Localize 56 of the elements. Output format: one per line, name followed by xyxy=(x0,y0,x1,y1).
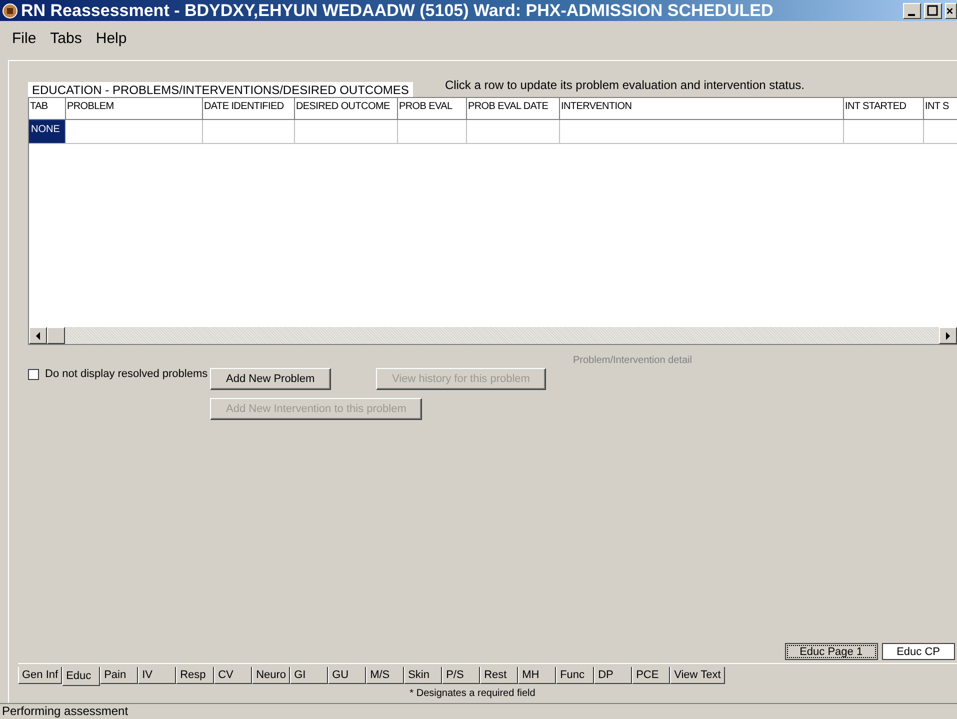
right-arrow-icon[interactable] xyxy=(945,332,951,340)
section-tab[interactable]: Resp xyxy=(176,667,214,684)
menu-item[interactable]: Tabs xyxy=(50,30,82,52)
section-tab[interactable]: Skin xyxy=(404,667,442,684)
scroll-thumb[interactable] xyxy=(47,327,65,344)
horizontal-scrollbar[interactable] xyxy=(29,327,957,344)
column-header[interactable]: INTERVENTION xyxy=(560,98,844,120)
section-tab[interactable]: Rest xyxy=(480,667,518,684)
section-title: EDUCATION - PROBLEMS/INTERVENTIONS/DESIRED OUTCOMES xyxy=(28,82,413,97)
section-tab[interactable]: GU xyxy=(328,667,366,684)
close-icon[interactable] xyxy=(945,2,957,18)
column-header[interactable]: DESIRED OUTCOME xyxy=(295,98,398,120)
hint-text: Click a row to update its problem evaluation and intervention status. xyxy=(444,78,804,92)
table-cell[interactable] xyxy=(203,120,295,144)
section-tab[interactable]: P/S xyxy=(442,667,480,684)
app-icon xyxy=(2,2,18,18)
page-tab[interactable]: Educ CP xyxy=(882,643,955,660)
section-tab[interactable]: CV xyxy=(214,667,252,684)
menu-item[interactable]: Help xyxy=(96,30,127,52)
column-header[interactable]: PROB EVAL xyxy=(398,98,467,120)
maximize-icon[interactable] xyxy=(924,2,942,18)
table-cell[interactable] xyxy=(295,120,398,144)
section-tab[interactable]: Func xyxy=(556,667,594,684)
window-title: RN Reassessment - BDYDXY,EHYUN WEDAADW (5105) Ward: PHX-ADMISSION SCHEDULED xyxy=(21,0,774,20)
minimize-icon[interactable] xyxy=(903,2,921,18)
section-tab[interactable]: M/S xyxy=(366,667,404,684)
column-header[interactable]: PROBLEM xyxy=(66,98,203,120)
section-tab[interactable]: IV xyxy=(138,667,176,684)
checkbox-label[interactable]: Do not display resolved problems xyxy=(45,368,208,380)
section-tab[interactable]: Gen Inf xyxy=(18,667,62,684)
section-tab[interactable]: Neuro xyxy=(252,667,290,684)
table-cell[interactable] xyxy=(844,120,924,144)
table-cell[interactable] xyxy=(560,120,844,144)
column-header[interactable]: INT S xyxy=(924,98,957,120)
action-button[interactable]: Add New Problem xyxy=(210,368,331,390)
menu-item[interactable]: File xyxy=(12,30,36,52)
section-tab[interactable]: DP xyxy=(594,667,632,684)
table-cell[interactable] xyxy=(398,120,467,144)
required-note: * Designates a required field xyxy=(410,688,536,699)
column-header[interactable]: DATE IDENTIFIED xyxy=(203,98,295,120)
section-tab[interactable]: PCE xyxy=(632,667,670,684)
status-bar: Performing assessment xyxy=(0,703,957,719)
table-cell[interactable] xyxy=(66,120,203,144)
page-tab[interactable]: Educ Page 1 xyxy=(784,643,878,660)
column-header[interactable]: PROB EVAL DATE xyxy=(467,98,560,120)
checkbox[interactable] xyxy=(28,368,39,380)
section-tab[interactable]: Pain xyxy=(100,667,138,684)
detail-label: Problem/Intervention detail xyxy=(573,355,692,366)
table-cell[interactable]: NONE xyxy=(29,120,66,144)
section-tab[interactable]: View Text xyxy=(670,667,725,684)
section-tab[interactable]: Educ xyxy=(62,667,100,686)
table-cell[interactable] xyxy=(467,120,560,144)
section-tab[interactable]: GI xyxy=(290,667,328,684)
column-header[interactable]: INT STARTED xyxy=(844,98,924,120)
section-tab[interactable]: MH xyxy=(518,667,556,684)
left-arrow-icon[interactable] xyxy=(35,332,41,340)
